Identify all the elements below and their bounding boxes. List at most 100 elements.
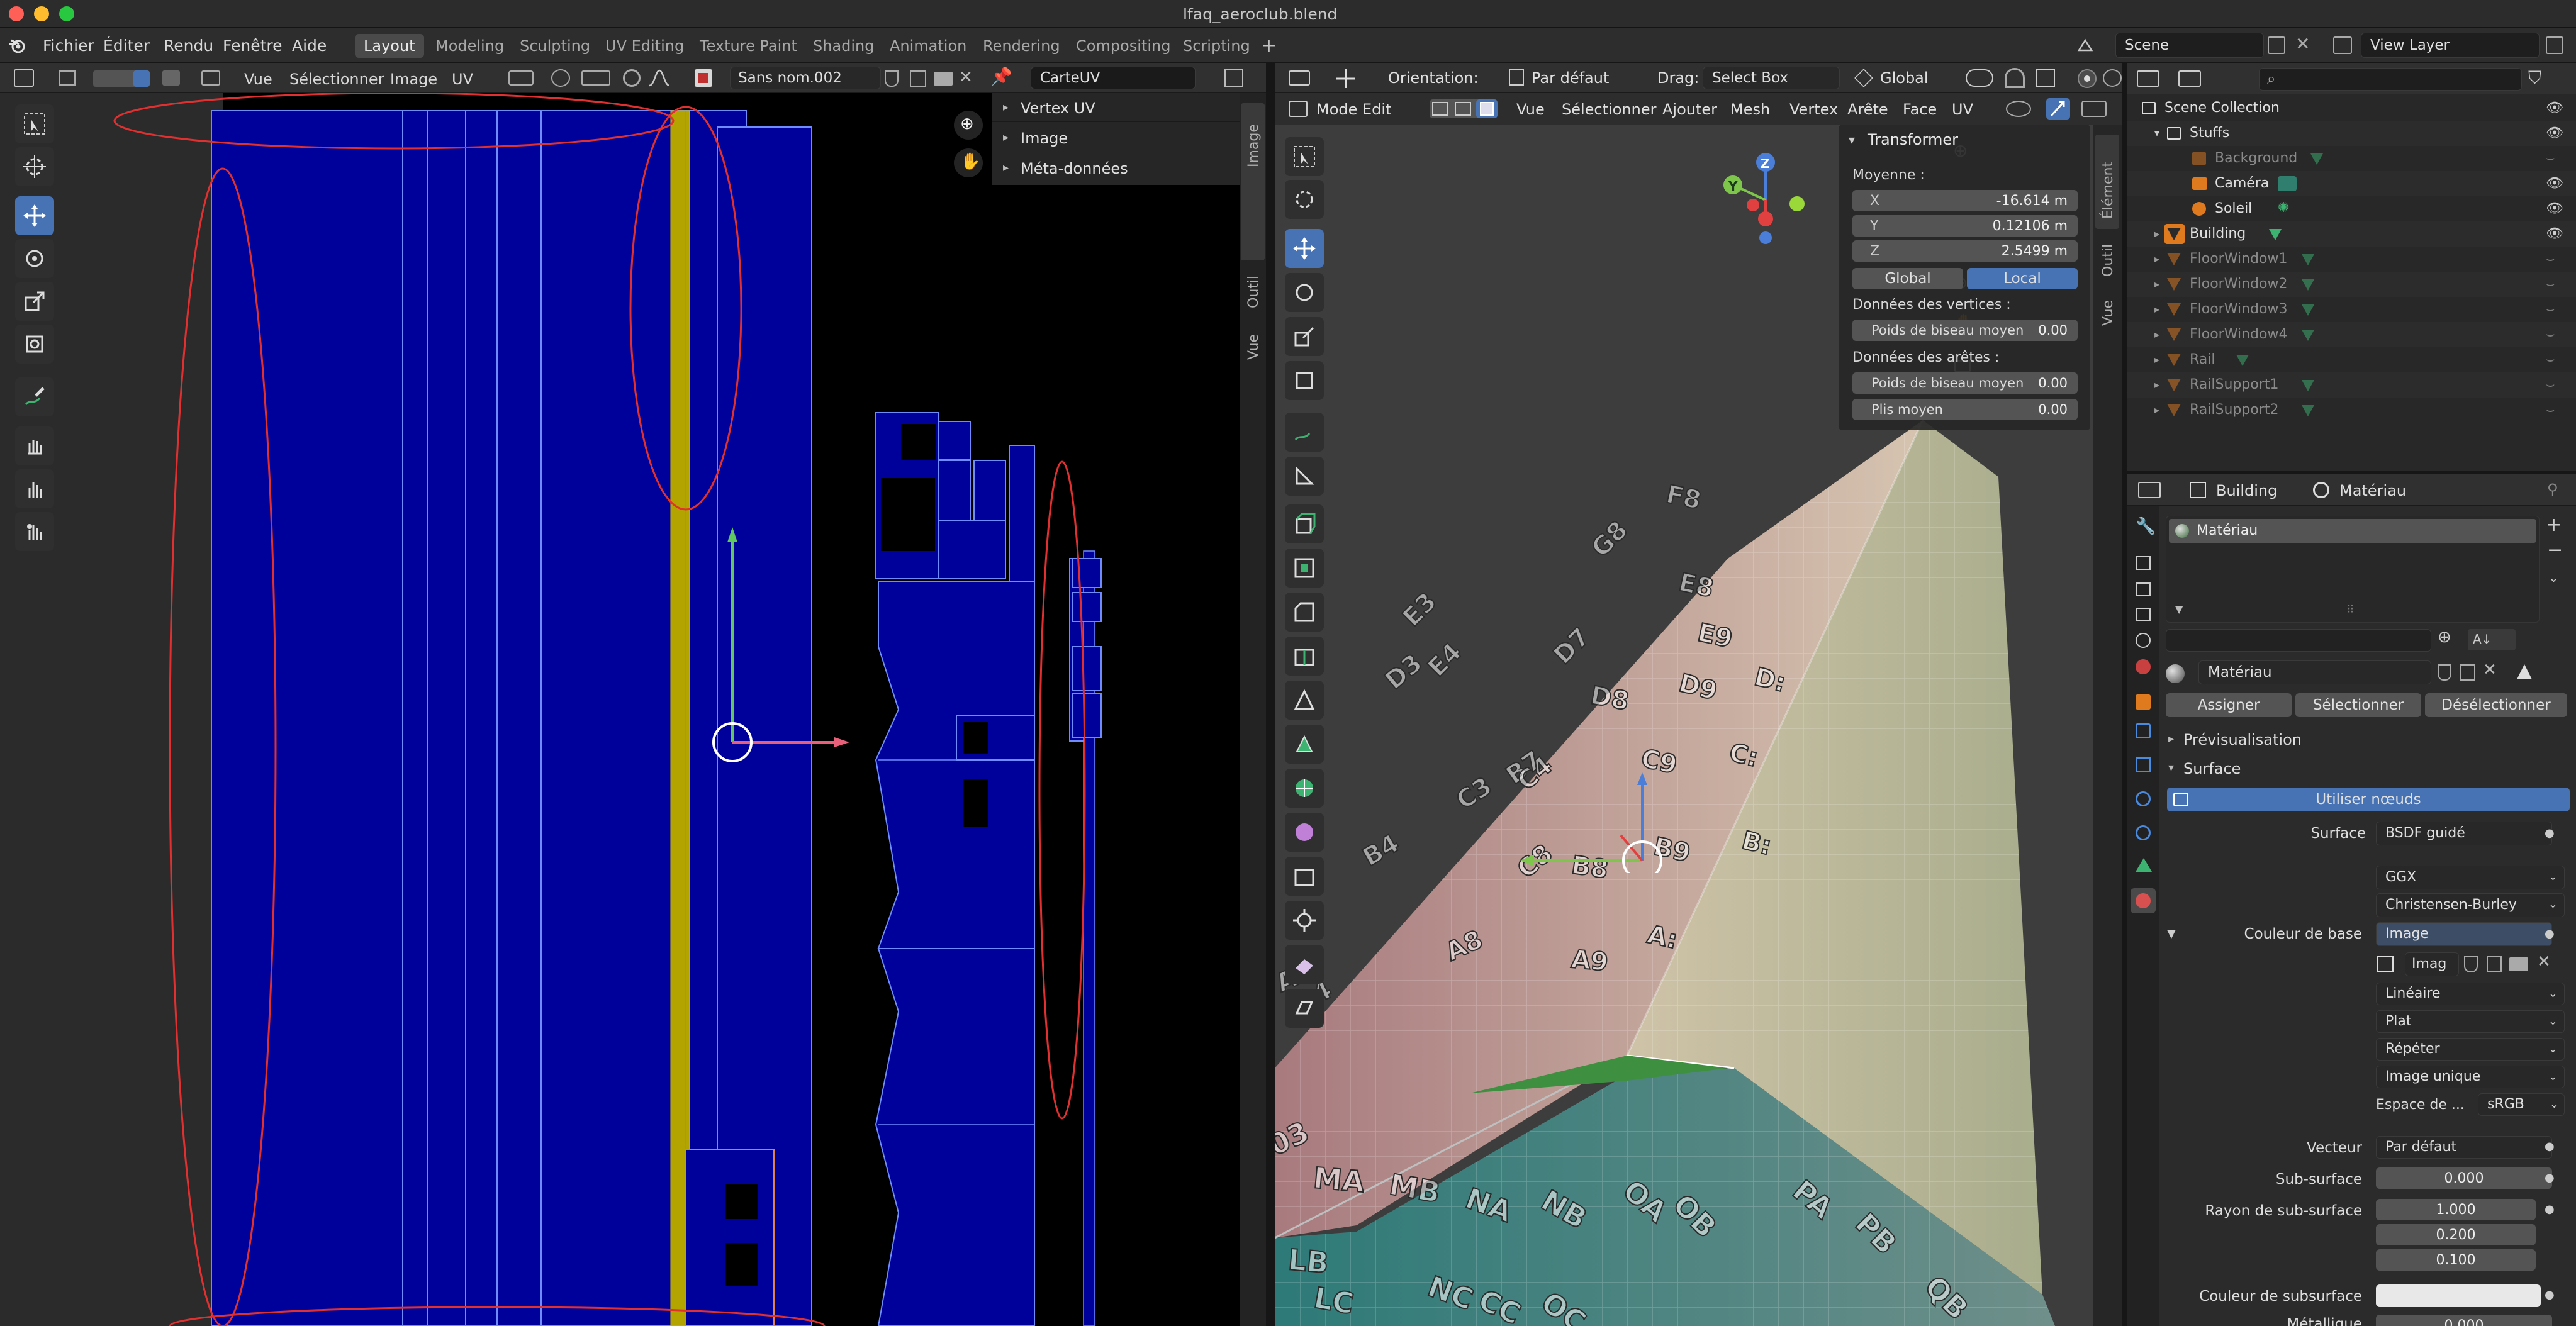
- expand-icon[interactable]: ▸: [2154, 380, 2159, 390]
- face-select-icon[interactable]: [133, 70, 150, 87]
- hidden-eye-icon[interactable]: ⌣: [2546, 277, 2555, 291]
- base-color-input[interactable]: Image: [2376, 922, 2552, 946]
- vertex-bevel-weight-field[interactable]: Poids de biseau moyen 0.00: [1852, 320, 2078, 341]
- vp-tab-tool[interactable]: Outil: [2095, 231, 2119, 282]
- uv-tab-tool[interactable]: Outil: [1241, 263, 1265, 313]
- slot-list-expand-icon[interactable]: ▼: [2175, 604, 2183, 615]
- menu-file[interactable]: Fichier: [43, 36, 94, 55]
- crease-field[interactable]: Plis moyen 0.00: [1852, 399, 2078, 420]
- vp-tab-view[interactable]: Vue: [2095, 286, 2119, 336]
- unlink-image-icon[interactable]: ✕: [959, 69, 973, 86]
- vp-transform-tool[interactable]: [1285, 361, 1324, 400]
- zoom-window-button[interactable]: [59, 6, 74, 21]
- vp-bevel-tool[interactable]: [1285, 593, 1324, 632]
- sort-az-icon[interactable]: A↓: [2468, 629, 2516, 650]
- vertex-select-icon[interactable]: [1432, 102, 1448, 116]
- uv-select-tool[interactable]: [15, 104, 54, 143]
- expand-icon[interactable]: ▸: [2154, 405, 2159, 415]
- image-unlink-icon[interactable]: ✕: [2537, 954, 2551, 970]
- uv-rotate-tool[interactable]: [15, 239, 54, 278]
- outliner-item-rail[interactable]: ▸ Rail ⌣: [2127, 347, 2576, 372]
- outliner-editor-icon[interactable]: [2137, 70, 2159, 87]
- base-color-link-icon[interactable]: ●: [2545, 928, 2555, 940]
- snapping-icon[interactable]: [2005, 68, 2025, 88]
- snap-target-icon[interactable]: [581, 70, 610, 86]
- particles-tab-icon[interactable]: [2136, 757, 2151, 772]
- panel-vertex-uv[interactable]: ▸ Vertex UV: [992, 93, 1240, 122]
- new-view-layer-icon[interactable]: [2546, 36, 2563, 54]
- vp-smooth-tool[interactable]: [1285, 813, 1324, 852]
- outliner-item-background[interactable]: Background ⌣: [2127, 146, 2576, 171]
- uv-tab-image[interactable]: Image: [1241, 103, 1265, 260]
- mesh-data-icon[interactable]: [2236, 355, 2249, 366]
- data-tab-icon[interactable]: [2136, 858, 2152, 872]
- vp-move-tool[interactable]: [1285, 229, 1324, 268]
- expand-icon[interactable]: ▸: [2154, 304, 2159, 315]
- vp-cursor-tool[interactable]: [1285, 180, 1324, 219]
- panel-image[interactable]: ▸ Image: [992, 123, 1240, 152]
- pivot-icon[interactable]: [508, 70, 534, 86]
- vp-scale-tool[interactable]: [1285, 317, 1324, 356]
- viewport-menu-add[interactable]: Ajouter: [1662, 102, 1717, 117]
- interpolation-dropdown[interactable]: Linéaire ⌄: [2376, 983, 2565, 1005]
- viewport-menu-view[interactable]: Vue: [1516, 102, 1545, 117]
- subsurface-radius-y[interactable]: 0.200: [2376, 1224, 2536, 1245]
- distribution-dropdown[interactable]: GGX ⌄: [2376, 866, 2565, 889]
- extension-dropdown[interactable]: Répéter ⌄: [2376, 1038, 2565, 1061]
- image-new-icon[interactable]: [2487, 956, 2502, 972]
- material-unlink-icon[interactable]: ✕: [2483, 662, 2497, 678]
- drag-dropdown[interactable]: Select Box: [1703, 67, 1840, 89]
- falloff-icon[interactable]: [648, 69, 677, 87]
- tab-compositing[interactable]: Compositing: [1067, 34, 1179, 58]
- uv-map-field[interactable]: CarteUV: [1031, 67, 1196, 89]
- outliner-search-field[interactable]: ⌕: [2259, 68, 2522, 91]
- hidden-eye-icon[interactable]: ⌣: [2546, 353, 2555, 367]
- minimize-window-button[interactable]: [34, 6, 49, 21]
- vp-rotate-tool[interactable]: [1285, 273, 1324, 312]
- view-layer-field[interactable]: View Layer: [2361, 33, 2540, 58]
- vp-rip-tool[interactable]: [1285, 989, 1324, 1028]
- vp-annotate-tool[interactable]: [1285, 413, 1324, 452]
- new-scene-icon[interactable]: [2268, 36, 2285, 54]
- preview-section-header[interactable]: ▸ Prévisualisation: [2162, 726, 2576, 752]
- modifier-tab-icon[interactable]: [2136, 723, 2151, 738]
- tab-scripting[interactable]: Scripting: [1174, 34, 1259, 58]
- mesh-data-icon[interactable]: [2302, 405, 2314, 416]
- area-divider-right[interactable]: [2122, 63, 2127, 1326]
- scene-tab-icon[interactable]: [2136, 633, 2151, 648]
- subsurface-radius-link-icon[interactable]: ●: [2545, 1204, 2555, 1215]
- image-open-icon[interactable]: [2509, 957, 2528, 971]
- menu-help[interactable]: Aide: [292, 36, 327, 55]
- uv-annotate-tool[interactable]: [15, 377, 54, 416]
- visibility-eye-icon[interactable]: 👁: [2546, 227, 2563, 241]
- uv-menu-uv[interactable]: UV: [452, 70, 473, 88]
- edge-select-icon[interactable]: [1455, 102, 1471, 116]
- mesh-data-icon[interactable]: [2302, 279, 2314, 291]
- vp-select-tool[interactable]: [1285, 137, 1324, 176]
- subsurface-color-swatch[interactable]: [2376, 1284, 2541, 1307]
- vp-shear-tool[interactable]: [1285, 945, 1324, 984]
- visibility-eye-icon[interactable]: 👁: [2546, 177, 2563, 191]
- assign-button[interactable]: Assigner: [2166, 693, 2292, 717]
- hidden-eye-icon[interactable]: ⌣: [2546, 252, 2555, 266]
- vp-inset-tool[interactable]: [1285, 549, 1324, 588]
- uv-pinch-tool[interactable]: [15, 512, 54, 551]
- open-image-icon[interactable]: [934, 72, 953, 86]
- hidden-eye-icon[interactable]: ⌣: [2546, 378, 2555, 392]
- hidden-eye-icon[interactable]: ⌣: [2546, 303, 2555, 316]
- new-image-icon[interactable]: [910, 70, 926, 87]
- viewport-menu-vertex[interactable]: Vertex: [1789, 102, 1838, 117]
- expand-icon[interactable]: ▸: [2154, 330, 2159, 340]
- outliner-item-floorwindow3[interactable]: ▸ FloorWindow3 ⌣: [2127, 297, 2576, 322]
- image-fake-user-icon[interactable]: [2464, 956, 2478, 972]
- world-tab-icon[interactable]: [2136, 659, 2151, 674]
- camera-data-icon[interactable]: [2278, 176, 2297, 191]
- visibility-eye-icon[interactable]: 👁: [2546, 126, 2563, 140]
- viewport-menu-edge[interactable]: Arête: [1847, 102, 1888, 117]
- overlays-icon[interactable]: [2081, 101, 2107, 117]
- surface-shader-field[interactable]: BSDF guidé: [2376, 822, 2552, 845]
- output-tab-icon[interactable]: [2136, 582, 2151, 596]
- vp-tab-item[interactable]: Élément: [2095, 135, 2119, 229]
- display-mode-icon[interactable]: [2178, 70, 2201, 87]
- scene-name-field[interactable]: Scene: [2115, 33, 2264, 58]
